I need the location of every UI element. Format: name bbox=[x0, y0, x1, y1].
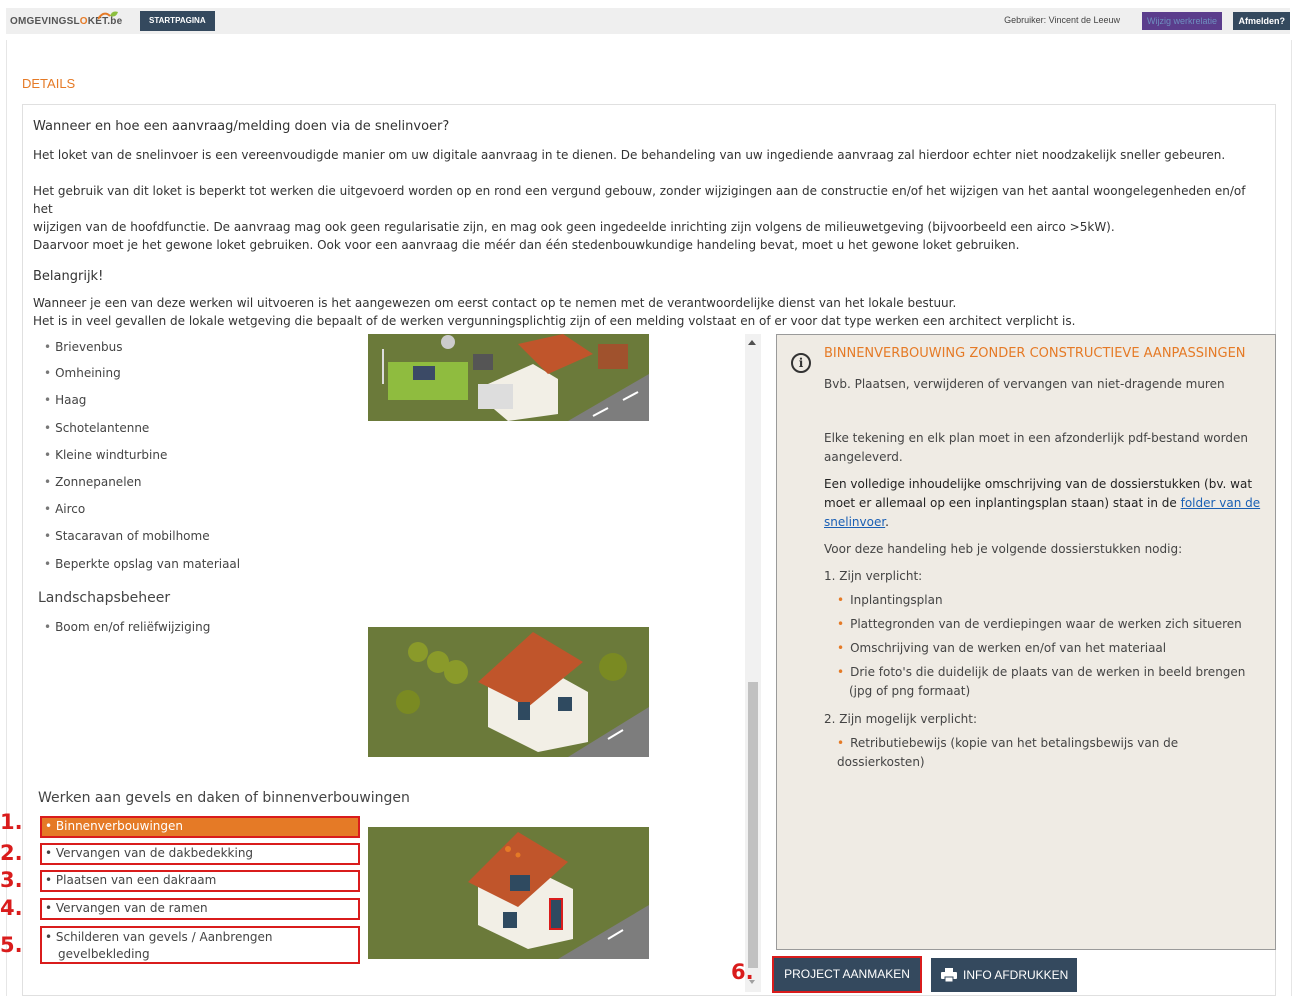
list-item[interactable]: • Beperkte opslag van materiaal bbox=[44, 557, 240, 571]
page-title: DETAILS bbox=[22, 76, 76, 91]
facade-section-title: Werken aan gevels en daken of binnenverb… bbox=[38, 790, 410, 806]
optional-heading: 2. Zijn mogelijk verplicht: bbox=[824, 712, 978, 726]
intro-section: Wanneer en hoe een aanvraag/melding doen… bbox=[33, 118, 1263, 330]
folder-snelinvoer-link-cont[interactable]: snelinvoer bbox=[824, 515, 885, 529]
info-afdrukken-button[interactable]: INFO AFDRUKKEN bbox=[931, 958, 1077, 992]
panel-scrollbar[interactable] bbox=[745, 334, 761, 992]
required-item-cont: (jpg of png formaat) bbox=[849, 684, 971, 698]
project-aanmaken-button[interactable]: PROJECT AANMAKEN bbox=[772, 956, 922, 993]
list-item[interactable]: • Boom en/of reliëfwijziging bbox=[44, 620, 210, 634]
list-item-ramen[interactable]: • Vervangen van de ramen bbox=[40, 898, 360, 920]
annotation-number: 5. bbox=[0, 933, 23, 957]
logo-text-1: OMGEVINGSL bbox=[10, 16, 80, 27]
intro-paragraph-2a: Het gebruik van dit loket is beperkt tot… bbox=[33, 184, 1246, 216]
user-label: Gebruiker: Vincent de Leeuw bbox=[1004, 15, 1120, 25]
scroll-up-icon[interactable] bbox=[748, 340, 756, 345]
startpagina-button[interactable]: STARTPAGINA bbox=[140, 11, 215, 31]
info-drawing-note-b: aangeleverd. bbox=[824, 450, 903, 464]
list-item-binnenverbouwingen[interactable]: • Binnenverbouwingen bbox=[40, 816, 360, 838]
info-icon: i bbox=[791, 353, 811, 373]
info-example: Bvb. Plaatsen, verwijderen of vervangen … bbox=[824, 377, 1225, 391]
info-panel: i BINNENVERBOUWING ZONDER CONSTRUCTIEVE … bbox=[776, 334, 1276, 950]
list-item[interactable]: • Stacaravan of mobilhome bbox=[44, 529, 210, 543]
important-heading: Belangrijk! bbox=[33, 269, 104, 284]
intro-paragraph-3a: Wanneer je een van deze werken wil uitvo… bbox=[33, 296, 957, 310]
logout-button[interactable]: Afmelden? bbox=[1233, 12, 1290, 30]
annotation-number: 1. bbox=[0, 810, 23, 834]
intro-paragraph-1: Het loket van de snelinvoer is een veree… bbox=[33, 148, 1226, 162]
list-item-dakraam[interactable]: • Plaatsen van een dakraam bbox=[40, 870, 360, 892]
list-item[interactable]: • Airco bbox=[44, 502, 85, 516]
intro-paragraph-2b: wijzigen van de hoofdfunctie. De aanvraa… bbox=[33, 220, 1115, 234]
annotation-number: 4. bbox=[0, 896, 23, 920]
header-strip: OMGEVINGSLOKET.be STARTPAGINA Gebruiker:… bbox=[6, 8, 1290, 34]
required-item: • Inplantingsplan bbox=[837, 593, 943, 607]
info-description-b: moet er allemaal op een inplantingsplan … bbox=[824, 496, 1261, 510]
required-item: • Plattegronden van de verdiepingen waar … bbox=[837, 617, 1242, 631]
list-item-dakbedekking[interactable]: • Vervangen van de dakbedekking bbox=[40, 843, 360, 865]
outdoor-house-illustration bbox=[368, 334, 649, 421]
list-item[interactable]: • Brievenbus bbox=[44, 340, 123, 354]
info-needed: Voor deze handeling heb je volgende doss… bbox=[824, 542, 1183, 556]
required-heading: 1. Zijn verplicht: bbox=[824, 569, 923, 583]
intro-paragraph-3b: Het is in veel gevallen de lokale wetgev… bbox=[33, 314, 1076, 328]
facade-house-illustration bbox=[368, 827, 649, 959]
logo-leaf-icon bbox=[98, 11, 118, 20]
folder-snelinvoer-link[interactable]: folder van de bbox=[1181, 496, 1261, 510]
top-bar: OMGEVINGSLOKET.be STARTPAGINA Gebruiker:… bbox=[0, 0, 1298, 40]
printer-icon bbox=[941, 968, 957, 982]
list-item[interactable]: • Haag bbox=[44, 393, 86, 407]
intro-heading: Wanneer en hoe een aanvraag/melding doen… bbox=[33, 119, 450, 134]
info-description-a: Een volledige inhoudelijke omschrijving … bbox=[824, 477, 1253, 491]
list-item[interactable]: • Schotelantenne bbox=[44, 421, 149, 435]
list-item[interactable]: • Zonnepanelen bbox=[44, 475, 142, 489]
required-item: • Omschrijving van de werken en/of van he… bbox=[837, 641, 1167, 655]
info-title: BINNENVERBOUWING ZONDER CONSTRUCTIEVE AA… bbox=[824, 346, 1246, 361]
list-item-gevels[interactable]: • Schilderen van gevels / Aanbrengen geve… bbox=[40, 926, 360, 964]
scroll-thumb[interactable] bbox=[748, 682, 758, 968]
intro-paragraph-2c: Daarvoor moet je het gewone loket gebrui… bbox=[33, 238, 1020, 252]
work-list-panel[interactable]: • Brievenbus • Omheining • Haag • Schotelant… bbox=[24, 334, 764, 992]
annotation-number: 3. bbox=[0, 868, 23, 892]
optional-item: • Retributiebewijs (kopie van het betalin… bbox=[837, 736, 1179, 769]
print-label: INFO AFDRUKKEN bbox=[963, 968, 1069, 982]
info-description-c: snelinvoer. bbox=[824, 515, 889, 529]
annotation-number: 2. bbox=[0, 841, 23, 865]
logo-text-2: O bbox=[79, 16, 88, 27]
wijzig-werkrelatie-button[interactable]: Wijzig werkrelatie bbox=[1141, 12, 1222, 30]
list-item[interactable]: • Kleine windturbine bbox=[44, 448, 167, 462]
landscape-house-illustration bbox=[368, 627, 649, 757]
annotation-number: 6. bbox=[731, 960, 754, 984]
required-item: • Drie foto's die duidelijk de plaats van… bbox=[837, 665, 1246, 679]
landscape-section-title: Landschapsbeheer bbox=[38, 590, 171, 606]
omgevingsloket-logo[interactable]: OMGEVINGSLOKET.be bbox=[10, 11, 122, 27]
info-drawing-note-a: Elke tekening en elk plan moet in een af… bbox=[824, 431, 1248, 445]
list-item[interactable]: • Omheining bbox=[44, 366, 121, 380]
